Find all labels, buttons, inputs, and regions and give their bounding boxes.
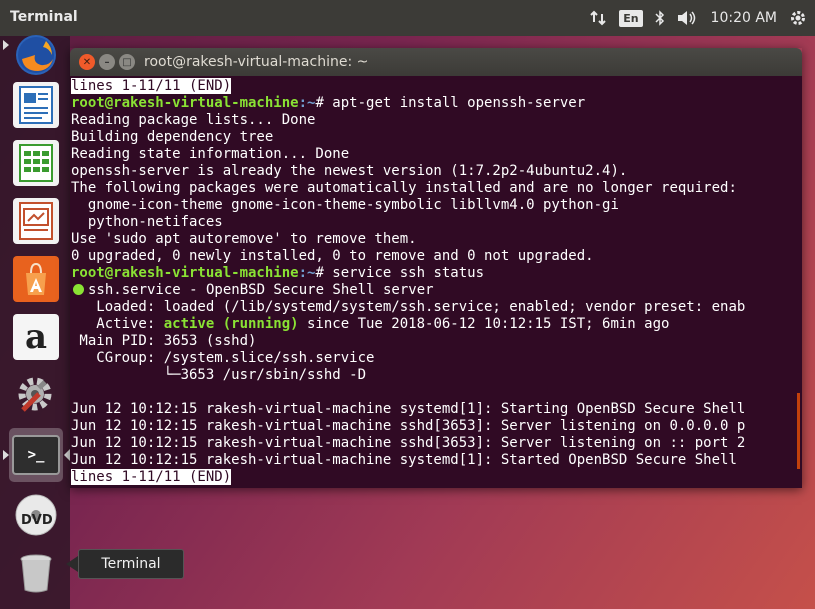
cgroup-line: CGroup: /system.slice/ssh.service [71, 350, 375, 366]
trash-icon [13, 550, 59, 596]
amazon-icon: a [13, 314, 59, 360]
active-state: active (running) [163, 316, 299, 332]
terminal-output[interactable]: lines 1-11/11 (END) root@rakesh-virtual-… [70, 76, 802, 488]
launcher-item-settings[interactable] [9, 368, 63, 422]
pager-status-top: lines 1-11/11 (END) [71, 78, 232, 94]
prompt-path: :~ [298, 265, 316, 281]
output-line: gnome-icon-theme gnome-icon-theme-symbol… [71, 197, 619, 213]
log-line: Jun 12 10:12:15 rakesh-virtual-machine s… [71, 435, 746, 451]
running-indicator [3, 450, 9, 460]
launcher-item-amazon[interactable]: a [9, 310, 63, 364]
output-line: Reading state information... Done [71, 146, 350, 162]
dvd-icon: DVD [13, 492, 59, 538]
output-line: Reading package lists... Done [71, 112, 316, 128]
prompt-symbol: # [315, 265, 333, 281]
launcher-item-impress[interactable] [9, 194, 63, 248]
service-name: ssh.service - OpenBSD Secure Shell serve… [88, 282, 434, 298]
launcher-item-software[interactable] [9, 252, 63, 306]
output-line: Building dependency tree [71, 129, 274, 145]
output-line: The following packages were automaticall… [71, 180, 737, 196]
volume-icon[interactable] [677, 10, 697, 26]
bluetooth-icon[interactable] [655, 10, 665, 26]
active-line: Active: active (running) since Tue 2018-… [71, 316, 669, 333]
window-title: root@rakesh-virtual-machine: ~ [144, 54, 369, 70]
transfer-icon[interactable] [589, 10, 607, 26]
close-icon[interactable]: ✕ [79, 54, 95, 70]
calc-icon [13, 140, 59, 186]
output-line: openssh-server is already the newest ver… [71, 163, 628, 179]
launcher: a >_ DVD [0, 35, 70, 609]
software-center-icon [13, 256, 59, 302]
maximize-icon[interactable]: □ [119, 54, 135, 70]
loaded-line: Loaded: loaded (/lib/systemd/system/ssh.… [71, 299, 746, 315]
writer-icon [13, 82, 59, 128]
keyboard-icon[interactable]: En [619, 9, 643, 27]
launcher-item-trash[interactable] [9, 546, 63, 600]
command-1: apt-get install openssh-server [332, 95, 586, 111]
svg-text:DVD: DVD [21, 513, 53, 528]
launcher-item-writer[interactable] [9, 78, 63, 132]
log-line: Jun 12 10:12:15 rakesh-virtual-machine s… [71, 418, 746, 434]
main-pid-line: Main PID: 3653 (sshd) [71, 333, 257, 349]
prompt-symbol: # [315, 95, 333, 111]
clock[interactable]: 10:20 AM [711, 10, 777, 26]
top-panel: Terminal En 10:20 AM [0, 0, 815, 36]
prompt-line-2: root@rakesh-virtual-machine:~# service s… [71, 265, 484, 282]
command-2: service ssh status [332, 265, 485, 281]
prompt-line-1: root@rakesh-virtual-machine:~# apt-get i… [71, 95, 585, 112]
minimize-icon[interactable]: – [99, 54, 115, 70]
keyboard-layout-label: En [619, 9, 643, 27]
status-dot-icon [73, 284, 84, 295]
launcher-tooltip: Terminal [78, 549, 184, 579]
launcher-item-calc[interactable] [9, 136, 63, 190]
launcher-item-terminal[interactable]: >_ [9, 428, 63, 482]
active-rest: since Tue 2018-06-12 10:12:15 IST; 6min … [298, 316, 670, 332]
active-app-name: Terminal [10, 9, 78, 25]
scrollbar[interactable] [797, 393, 800, 469]
output-line: 0 upgraded, 0 newly installed, 0 to remo… [71, 248, 594, 264]
system-tray: En 10:20 AM [577, 6, 807, 30]
tooltip-arrow [66, 556, 78, 572]
terminal-window[interactable]: ✕ – □ root@rakesh-virtual-machine: ~ lin… [70, 48, 802, 488]
prompt-user: root@rakesh-virtual-machine [71, 95, 299, 111]
log-line: Jun 12 10:12:15 rakesh-virtual-machine s… [71, 452, 737, 468]
output-line: Use 'sudo apt autoremove' to remove them… [71, 231, 417, 247]
window-titlebar[interactable]: ✕ – □ root@rakesh-virtual-machine: ~ [70, 48, 802, 76]
active-label: Active: [71, 316, 164, 332]
launcher-item-firefox[interactable] [9, 28, 63, 82]
launcher-item-dvd[interactable]: DVD [9, 488, 63, 542]
running-indicator [3, 40, 9, 50]
gear-icon[interactable] [789, 9, 807, 27]
prompt-path: :~ [298, 95, 316, 111]
firefox-icon [16, 35, 56, 75]
terminal-icon: >_ [12, 435, 60, 475]
cgroup-child-line: └─3653 /usr/sbin/sshd -D [71, 367, 367, 383]
log-line: Jun 12 10:12:15 rakesh-virtual-machine s… [71, 401, 746, 417]
output-line: python-netifaces [71, 214, 223, 230]
settings-icon [13, 372, 59, 418]
service-header: ssh.service - OpenBSD Secure Shell serve… [71, 282, 434, 299]
impress-icon [13, 198, 59, 244]
pager-status-bottom: lines 1-11/11 (END) [71, 469, 232, 485]
prompt-user: root@rakesh-virtual-machine [71, 265, 299, 281]
